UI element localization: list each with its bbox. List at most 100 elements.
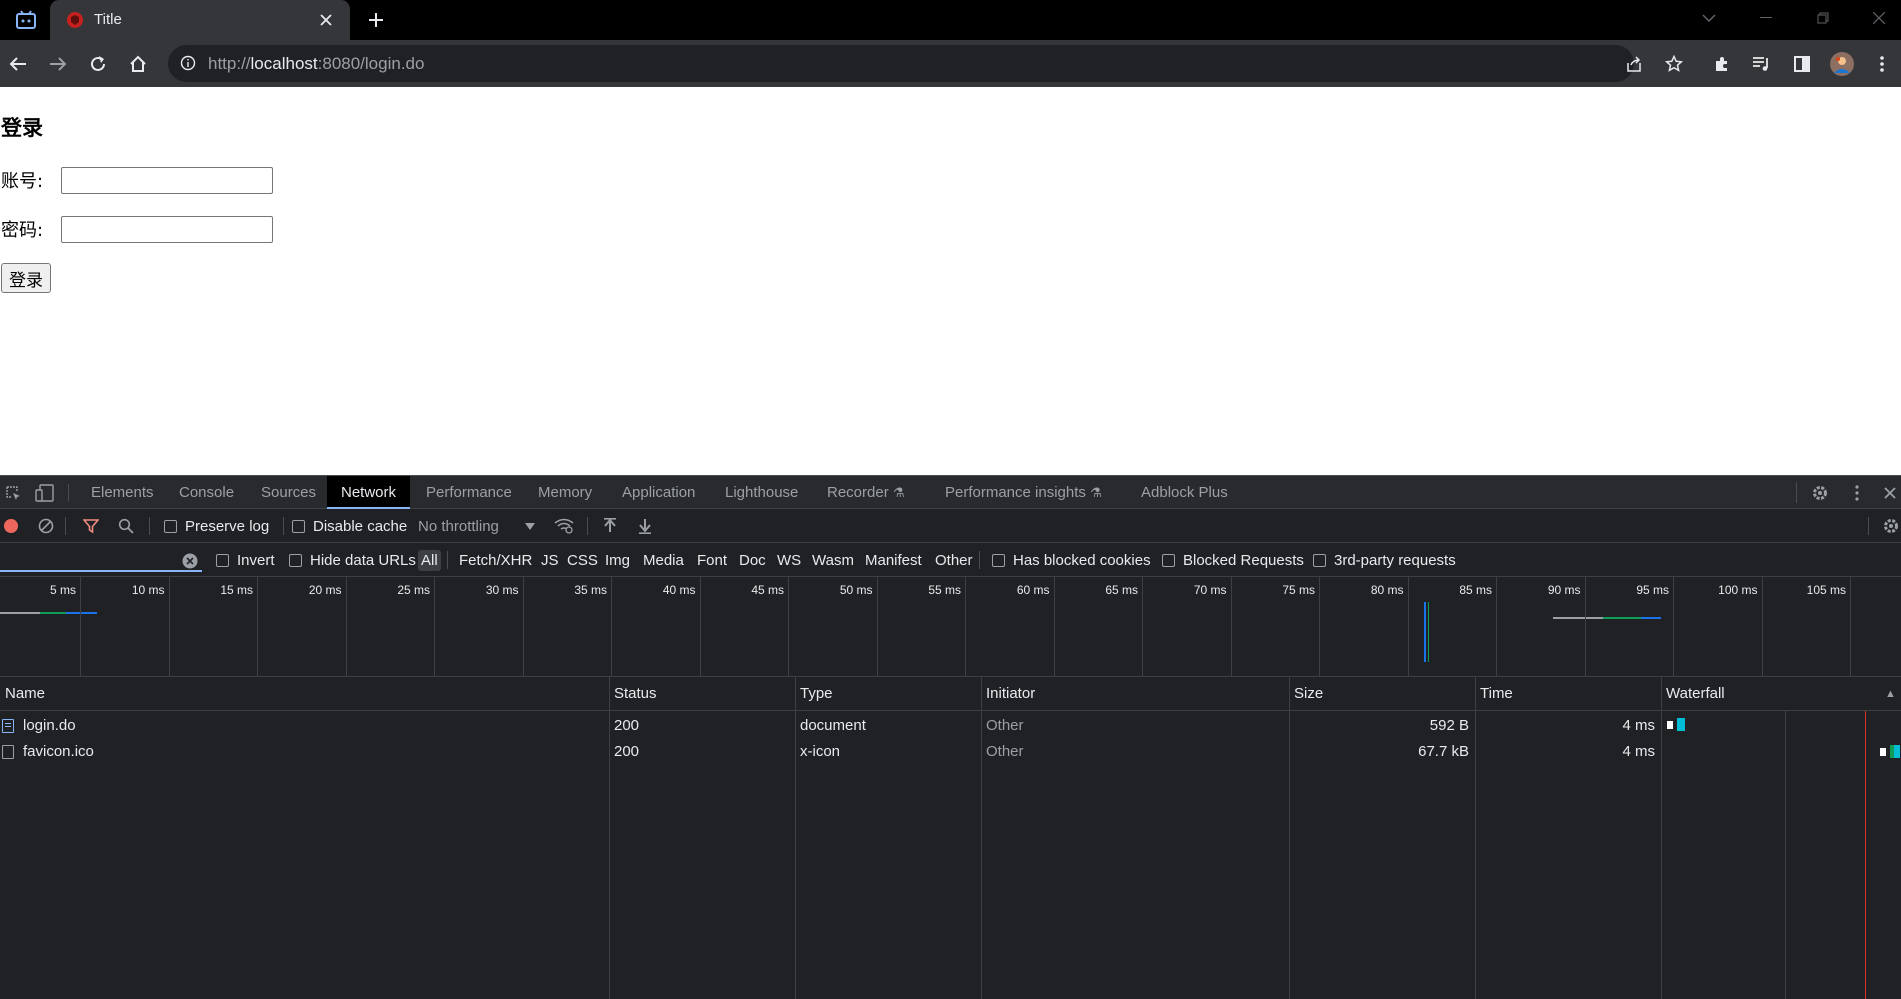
tab-performance[interactable]: Performance	[412, 476, 526, 509]
column-header-waterfall[interactable]: Waterfall	[1661, 677, 1725, 711]
dropdown-arrow-icon[interactable]	[523, 519, 537, 533]
side-panel-icon[interactable]	[1786, 48, 1818, 80]
tab-elements[interactable]: Elements	[77, 476, 168, 509]
tab-lighthouse[interactable]: Lighthouse	[711, 476, 812, 509]
filter-type-all[interactable]: All	[418, 550, 441, 571]
invert-checkbox[interactable]: Invert	[216, 552, 275, 569]
tab-application[interactable]: Application	[608, 476, 709, 509]
column-header-name[interactable]: Name	[0, 677, 45, 711]
customize-menu-icon[interactable]	[1846, 482, 1868, 504]
tab-memory[interactable]: Memory	[524, 476, 606, 509]
device-toolbar-icon[interactable]	[34, 483, 56, 503]
search-icon[interactable]	[117, 517, 135, 535]
blocked-requests-checkbox[interactable]: Blocked Requests	[1162, 552, 1304, 569]
home-icon[interactable]	[122, 48, 154, 80]
tab-list-chevron-icon[interactable]	[1687, 0, 1731, 36]
network-settings-gear-icon[interactable]	[1881, 516, 1901, 536]
toolbar-divider	[68, 484, 69, 501]
has-blocked-cookies-label: Has blocked cookies	[1013, 552, 1151, 569]
checkbox-box[interactable]	[1313, 554, 1326, 567]
close-tab-icon[interactable]	[314, 8, 338, 32]
checkbox-box[interactable]	[292, 520, 305, 533]
filter-type-css[interactable]: CSS	[564, 550, 601, 571]
inspect-element-icon[interactable]	[3, 483, 23, 503]
tab-recorder[interactable]: Recorder ⚗	[813, 476, 919, 509]
throttling-select[interactable]: No throttling	[418, 518, 499, 535]
restore-icon[interactable]	[1801, 0, 1845, 36]
filter-type-img[interactable]: Img	[602, 550, 633, 571]
column-header-initiator[interactable]: Initiator	[981, 677, 1035, 711]
experiment-flask-icon: ⚗	[1090, 485, 1102, 500]
close-window-icon[interactable]	[1857, 0, 1901, 36]
clear-icon[interactable]	[37, 517, 55, 535]
request-time: 4 ms	[1622, 743, 1655, 760]
forward-icon[interactable]	[42, 48, 74, 80]
network-overview-timeline[interactable]: 5 ms 10 ms 15 ms 20 ms 25 ms 30 ms 35 ms 40 ms 4…	[0, 577, 1901, 677]
checkbox-box[interactable]	[1162, 554, 1175, 567]
filter-funnel-icon[interactable]	[82, 517, 100, 535]
table-row[interactable]: favicon.ico 200 x-icon Other 67.7 kB 4 m…	[0, 739, 1901, 765]
filter-type-fetch-xhr[interactable]: Fetch/XHR	[456, 550, 535, 571]
back-icon[interactable]	[2, 48, 34, 80]
filter-type-media[interactable]: Media	[640, 550, 687, 571]
filter-type-doc[interactable]: Doc	[736, 550, 769, 571]
checkbox-box[interactable]	[164, 520, 177, 533]
username-input[interactable]	[61, 167, 273, 194]
overview-bar-waiting	[0, 612, 40, 614]
column-header-time[interactable]: Time	[1475, 677, 1513, 711]
sort-arrow-icon[interactable]: ▲	[1880, 677, 1896, 711]
site-info-icon[interactable]	[178, 53, 198, 73]
hide-data-urls-checkbox[interactable]: Hide data URLs	[289, 552, 416, 569]
tab-performance-insights[interactable]: Performance insights ⚗	[931, 476, 1116, 509]
preserve-log-checkbox[interactable]: Preserve log	[164, 518, 269, 535]
tab-adblock-plus[interactable]: Adblock Plus	[1127, 476, 1242, 509]
filter-input[interactable]	[0, 549, 202, 572]
reload-icon[interactable]	[82, 48, 114, 80]
login-button[interactable]: 登录	[1, 263, 51, 293]
filter-type-manifest[interactable]: Manifest	[862, 550, 925, 571]
filter-type-ws[interactable]: WS	[774, 550, 804, 571]
password-input[interactable]	[61, 216, 273, 243]
tab-search-icon[interactable]	[10, 6, 42, 34]
bookmark-star-icon[interactable]	[1659, 49, 1689, 79]
network-conditions-icon[interactable]	[553, 517, 575, 535]
table-row[interactable]: login.do 200 document Other 592 B 4 ms	[0, 713, 1901, 739]
third-party-requests-checkbox[interactable]: 3rd-party requests	[1313, 552, 1456, 569]
close-devtools-icon[interactable]	[1879, 482, 1901, 504]
tab-network[interactable]: Network	[327, 476, 411, 509]
export-har-icon[interactable]	[636, 517, 654, 535]
share-icon[interactable]	[1619, 49, 1649, 79]
column-header-type[interactable]: Type	[795, 677, 833, 711]
filter-type-wasm[interactable]: Wasm	[809, 550, 857, 571]
address-bar[interactable]: http://localhost:8080/login.do	[168, 45, 1683, 82]
browser-tab[interactable]: Title	[50, 0, 350, 40]
minimize-icon[interactable]	[1744, 0, 1788, 36]
checkbox-box[interactable]	[992, 554, 1005, 567]
clear-filter-icon[interactable]	[182, 553, 198, 569]
column-header-size[interactable]: Size	[1289, 677, 1323, 711]
record-icon[interactable]	[2, 517, 20, 535]
url-text[interactable]: http://localhost:8080/login.do	[208, 54, 424, 74]
browser-menu-icon[interactable]	[1866, 48, 1898, 80]
filter-type-font[interactable]: Font	[694, 550, 730, 571]
filter-type-js[interactable]: JS	[538, 550, 562, 571]
request-type: x-icon	[800, 743, 841, 760]
settings-gear-icon[interactable]	[1809, 482, 1831, 504]
tab-console[interactable]: Console	[165, 476, 248, 509]
new-tab-icon[interactable]	[362, 6, 390, 34]
has-blocked-cookies-checkbox[interactable]: Has blocked cookies	[992, 552, 1151, 569]
waterfall-bar-queue	[1667, 721, 1673, 729]
column-header-status[interactable]: Status	[609, 677, 657, 711]
media-control-icon[interactable]	[1746, 48, 1778, 80]
checkbox-box[interactable]	[289, 554, 302, 567]
tab-sources[interactable]: Sources	[247, 476, 330, 509]
disable-cache-checkbox[interactable]: Disable cache	[292, 518, 407, 535]
overview-gridline	[1850, 577, 1851, 677]
overview-tick-label: 15 ms	[220, 583, 253, 597]
import-har-icon[interactable]	[601, 517, 619, 535]
checkbox-box[interactable]	[216, 554, 229, 567]
toolbar-divider	[149, 517, 150, 535]
extensions-icon[interactable]	[1706, 48, 1738, 80]
profile-avatar-icon[interactable]	[1826, 48, 1858, 80]
filter-type-other[interactable]: Other	[932, 550, 976, 571]
